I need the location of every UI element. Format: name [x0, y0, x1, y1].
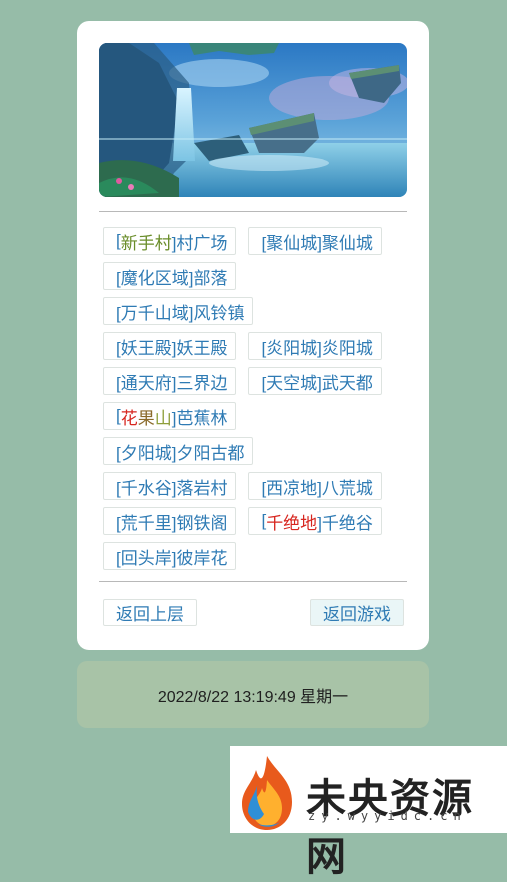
location-list: [新手村]村广场 [聚仙城]聚仙城 [魔化区域]部落 [万千山域]风铃镇 [妖王殿]妖王… [103, 227, 413, 577]
location-link-text: ]村广场 [171, 233, 228, 253]
return-game-button[interactable]: 返回游戏 [310, 599, 404, 626]
location-row: [新手村]村广场 [聚仙城]聚仙城 [103, 227, 413, 255]
location-row: [万千山域]风铃镇 [103, 297, 413, 325]
location-link-text: [炎阳城]炎阳城 [261, 338, 373, 358]
location-link-qianjuedi[interactable]: [千绝地]千绝谷 [248, 507, 382, 535]
map-panel: [新手村]村广场 [聚仙城]聚仙城 [魔化区域]部落 [万千山域]风铃镇 [妖王殿]妖王… [77, 21, 429, 650]
location-link-text: 山 [154, 408, 172, 428]
location-row: [荒千里]钢铁阁 [千绝地]千绝谷 [103, 507, 413, 535]
location-link-text: [千水谷]落岩村 [116, 478, 228, 498]
location-link-yanyangcheng[interactable]: [炎阳城]炎阳城 [248, 332, 382, 360]
location-row: [回头岸]彼岸花 [103, 542, 413, 570]
location-link-huaguoshan[interactable]: [花果山]芭蕉林 [103, 402, 237, 430]
location-link-xinshoucun[interactable]: [新手村]村广场 [103, 227, 237, 255]
location-link-text: [夕阳城]夕阳古都 [116, 443, 245, 463]
location-row: [夕阳城]夕阳古都 [103, 437, 413, 465]
flame-logo-icon [242, 756, 292, 830]
location-link-xiyangcheng[interactable]: [夕阳城]夕阳古都 [103, 437, 254, 465]
location-link-huangqianli[interactable]: [荒千里]钢铁阁 [103, 507, 237, 535]
location-link-text: [妖王殿]妖王殿 [116, 338, 228, 358]
watermark: 未央资源网 zy.wyyidc.cn [230, 746, 507, 880]
banner-image [99, 43, 407, 197]
location-link-huitouan[interactable]: [回头岸]彼岸花 [103, 542, 237, 570]
location-link-text: [通天府]三界边 [116, 373, 228, 393]
location-link-text: [天空城]武天都 [261, 373, 373, 393]
back-button[interactable]: 返回上层 [103, 599, 197, 626]
location-row: [通天府]三界边 [天空城]武天都 [103, 367, 413, 395]
bottom-divider [99, 581, 407, 582]
location-link-text: [万千山域]风铃镇 [116, 303, 245, 323]
location-row: [千水谷]落岩村 [西凉地]八荒城 [103, 472, 413, 500]
location-link-tiankongcheng[interactable]: [天空城]武天都 [248, 367, 382, 395]
location-link-wanqianshancheng[interactable]: [万千山域]风铃镇 [103, 297, 254, 325]
location-link-text: ]芭蕉林 [171, 408, 228, 428]
location-link-text: 新手村 [120, 233, 172, 253]
location-link-text: 花 [120, 408, 138, 428]
watermark-title: 未央资源网 [306, 775, 474, 880]
location-link-qianshuigu[interactable]: [千水谷]落岩村 [103, 472, 237, 500]
location-row: [妖王殿]妖王殿 [炎阳城]炎阳城 [103, 332, 413, 360]
location-link-text: [荒千里]钢铁阁 [116, 513, 228, 533]
location-link-text: ]千绝谷 [317, 513, 373, 533]
location-link-text: [魔化区域]部落 [116, 268, 228, 288]
location-link-text: [回头岸]彼岸花 [116, 548, 228, 568]
location-row: [魔化区域]部落 [103, 262, 413, 290]
location-link-text: 千绝地 [266, 513, 318, 533]
datetime-panel: 2022/8/22 13:19:49 星期一 [77, 661, 429, 728]
bottom-nav: 返回上层 返回游戏 [103, 599, 404, 626]
location-link-tongtianfu[interactable]: [通天府]三界边 [103, 367, 237, 395]
location-link-text: [西凉地]八荒城 [261, 478, 373, 498]
location-link-text: [聚仙城]聚仙城 [261, 233, 373, 253]
location-link-xiliangdi[interactable]: [西凉地]八荒城 [248, 472, 382, 500]
location-link-text: 果 [137, 408, 155, 428]
datetime-text: 2022/8/22 13:19:49 星期一 [157, 688, 349, 706]
watermark-subtitle: zy.wyyidc.cn [308, 809, 467, 823]
top-divider [99, 211, 407, 212]
location-link-yaowangdian[interactable]: [妖王殿]妖王殿 [103, 332, 237, 360]
location-link-juxiancheng[interactable]: [聚仙城]聚仙城 [248, 227, 382, 255]
location-row: [花果山]芭蕉林 [103, 402, 413, 430]
location-link-mohuaquyu[interactable]: [魔化区域]部落 [103, 262, 237, 290]
